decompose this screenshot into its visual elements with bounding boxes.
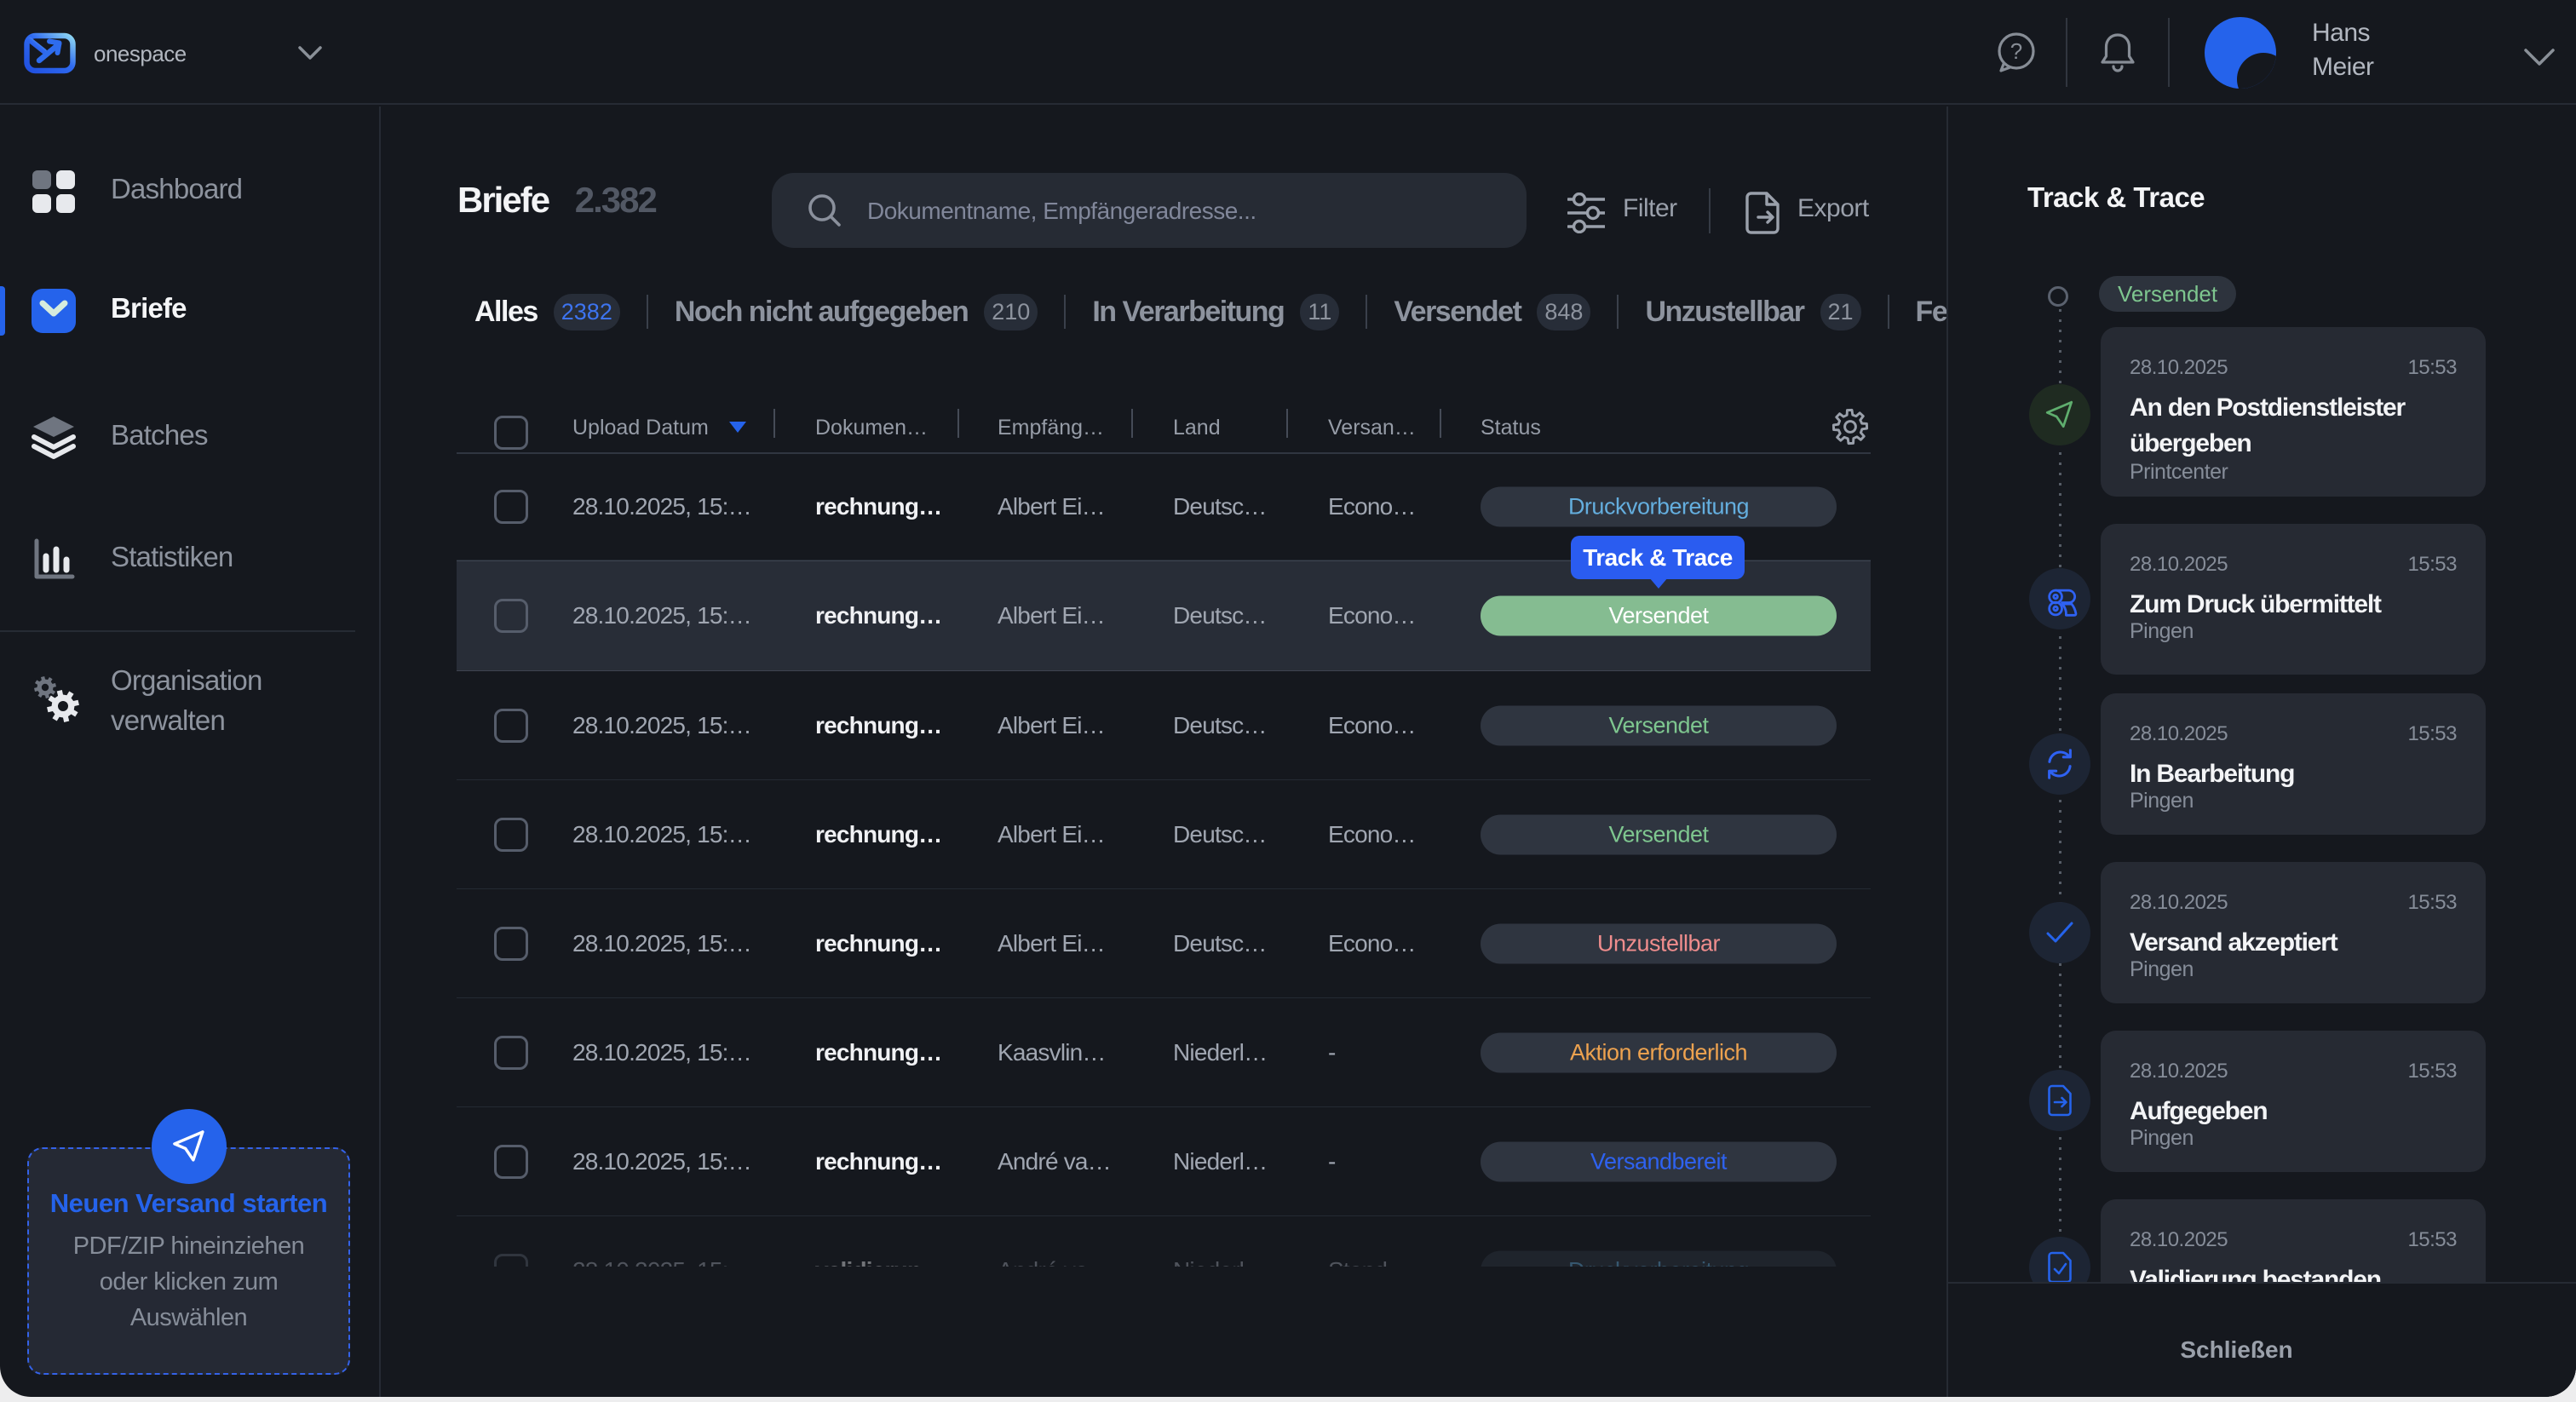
svg-text:?: ? [2010, 38, 2022, 64]
